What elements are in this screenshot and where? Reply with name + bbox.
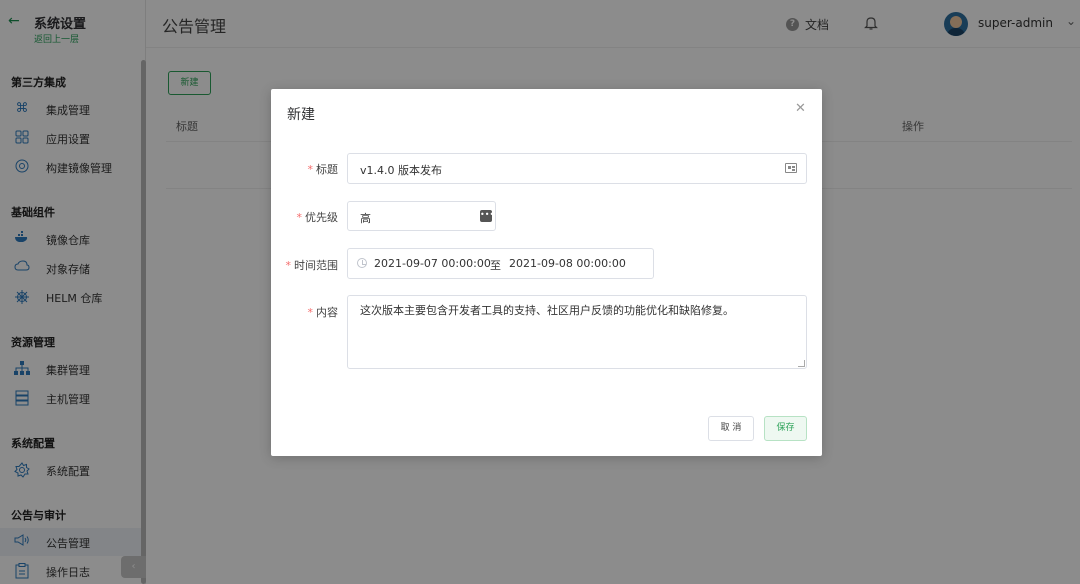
- save-button[interactable]: 保存: [764, 416, 807, 441]
- end-time-input[interactable]: 2021-09-08 00:00:00: [509, 257, 626, 270]
- content-textarea-value: 这次版本主要包含开发者工具的支持、社区用户反馈的功能优化和缺陷修复。: [360, 304, 734, 317]
- more-icon: •••: [480, 210, 494, 222]
- priority-value: 高: [360, 212, 371, 225]
- time-range-field-label: * 时间范围: [285, 259, 339, 272]
- priority-field-label: * 优先级: [296, 211, 339, 224]
- required-mark: *: [307, 306, 314, 319]
- required-mark: *: [307, 163, 314, 176]
- start-time-input[interactable]: 2021-09-07 00:00:00: [374, 257, 491, 270]
- title-field-label: * 标题: [307, 163, 339, 176]
- content-textarea[interactable]: 这次版本主要包含开发者工具的支持、社区用户反馈的功能优化和缺陷修复。: [347, 295, 807, 369]
- clock-icon: [357, 258, 367, 268]
- cancel-button[interactable]: 取 消: [708, 416, 754, 441]
- create-announcement-dialog: 新建 ✕ * 标题 v1.4.0 版本发布 * 优先级 高 ••• * 时间范围 20…: [271, 89, 822, 456]
- dialog-title: 新建: [287, 107, 315, 123]
- content-field-label: * 内容: [307, 306, 339, 319]
- resize-handle[interactable]: [798, 360, 805, 367]
- close-icon[interactable]: ✕: [795, 101, 806, 116]
- required-mark: *: [296, 211, 303, 224]
- priority-select[interactable]: 高 •••: [347, 201, 496, 231]
- required-mark: *: [285, 259, 292, 272]
- time-range-picker[interactable]: 2021-09-07 00:00:00 至 2021-09-08 00:00:0…: [347, 248, 654, 279]
- range-separator: 至: [490, 259, 501, 272]
- title-input-value: v1.4.0 版本发布: [360, 164, 442, 177]
- id-card-icon: [785, 163, 797, 173]
- title-input[interactable]: v1.4.0 版本发布: [347, 153, 807, 184]
